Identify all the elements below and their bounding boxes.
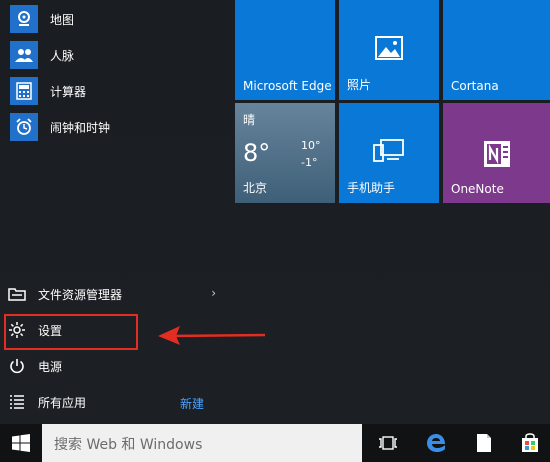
maps-icon bbox=[10, 5, 38, 33]
app-label: 地图 bbox=[50, 12, 75, 27]
new-badge: 新建 bbox=[180, 397, 205, 411]
taskbar: 搜索 Web 和 Windows bbox=[0, 424, 550, 462]
start-menu: 地图 人脉 计算器 闹钟和时钟 Microsoft Edge 照片 Cortan… bbox=[0, 0, 550, 424]
weather-city: 北京 bbox=[243, 181, 268, 195]
app-label: 计算器 bbox=[50, 84, 87, 99]
tile-phone-companion[interactable]: 手机助手 bbox=[339, 103, 439, 203]
tile-label: OneNote bbox=[451, 182, 504, 196]
search-placeholder: 搜索 Web 和 Windows bbox=[54, 437, 203, 453]
app-label: 闹钟和时钟 bbox=[50, 120, 111, 135]
weather-low: -1° bbox=[301, 156, 318, 169]
store-button[interactable] bbox=[510, 424, 550, 462]
windows-logo-icon bbox=[12, 434, 30, 452]
folder-icon bbox=[6, 283, 28, 305]
app-item-people[interactable]: 人脉 bbox=[10, 41, 74, 69]
all-apps-label: 所有应用 bbox=[38, 395, 87, 410]
red-arrow-icon bbox=[158, 326, 266, 345]
store-icon bbox=[522, 433, 538, 452]
weather-condition: 晴 bbox=[243, 113, 256, 127]
edge-icon bbox=[427, 434, 445, 452]
tile-label: 照片 bbox=[347, 78, 372, 92]
phone-companion-icon bbox=[373, 139, 405, 167]
search-input[interactable]: 搜索 Web 和 Windows bbox=[42, 424, 362, 462]
power-icon bbox=[6, 355, 28, 377]
tile-cortana[interactable]: Cortana bbox=[443, 0, 550, 100]
tile-photos[interactable]: 照片 bbox=[339, 0, 439, 100]
start-button[interactable] bbox=[0, 424, 42, 462]
onenote-icon bbox=[482, 139, 512, 173]
app-item-calculator[interactable]: 计算器 bbox=[10, 77, 86, 105]
weather-high: 10° bbox=[301, 139, 321, 152]
app-item-alarms[interactable]: 闹钟和时钟 bbox=[10, 113, 110, 141]
task-view-button[interactable] bbox=[368, 424, 408, 462]
highlight-box bbox=[4, 314, 138, 350]
people-icon bbox=[10, 41, 38, 69]
app-item-maps[interactable]: 地图 bbox=[10, 5, 74, 33]
tile-label: Cortana bbox=[451, 79, 499, 93]
task-view-icon bbox=[379, 436, 397, 450]
file-button[interactable] bbox=[464, 424, 504, 462]
file-explorer-item[interactable]: 文件资源管理器 › bbox=[6, 282, 216, 306]
list-icon bbox=[6, 391, 28, 413]
document-icon bbox=[477, 434, 491, 452]
alarm-icon bbox=[10, 113, 38, 141]
chevron-right-icon[interactable]: › bbox=[211, 286, 216, 300]
tile-label: Microsoft Edge bbox=[243, 79, 332, 93]
tile-edge[interactable]: Microsoft Edge bbox=[235, 0, 335, 100]
edge-button[interactable] bbox=[416, 424, 456, 462]
tile-weather[interactable]: 晴 8° 10° -1° 北京 bbox=[235, 103, 335, 203]
file-explorer-label: 文件资源管理器 bbox=[38, 287, 123, 302]
power-item[interactable]: 电源 bbox=[6, 354, 216, 378]
app-label: 人脉 bbox=[50, 48, 75, 63]
power-label: 电源 bbox=[38, 359, 63, 374]
tile-onenote[interactable]: OneNote bbox=[443, 103, 550, 203]
tile-label: 手机助手 bbox=[347, 181, 396, 195]
photos-icon bbox=[375, 36, 403, 64]
calculator-icon bbox=[10, 77, 38, 105]
weather-temp: 8° bbox=[243, 139, 271, 167]
